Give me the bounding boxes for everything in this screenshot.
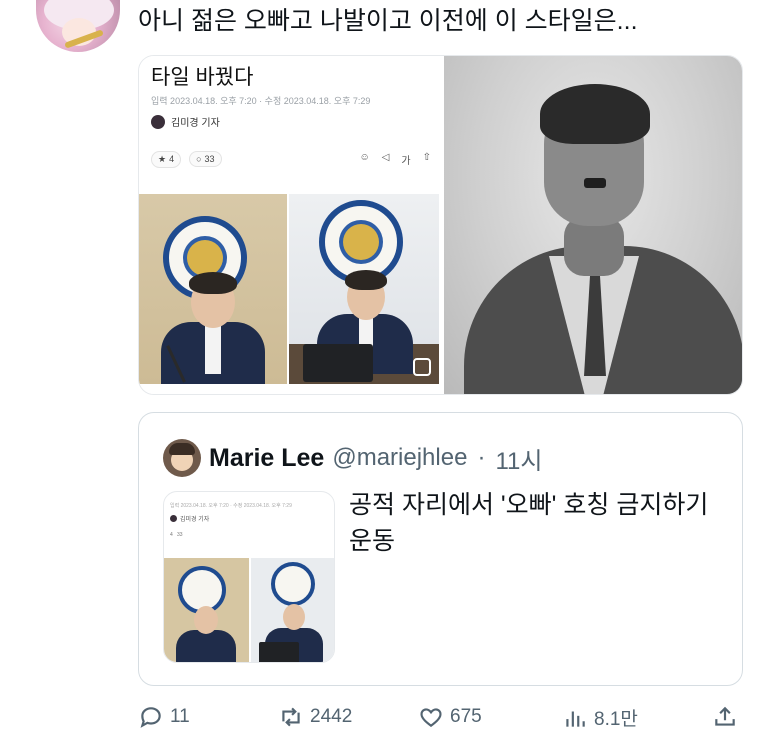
share-icon bbox=[715, 706, 735, 726]
comment-icon: ○ bbox=[196, 154, 202, 164]
article-toolbar: ★ 4 ○ 33 ☺ ◁ 가 ⇧ bbox=[151, 150, 431, 168]
robot-icon: ☺ bbox=[359, 151, 370, 163]
article-photo-left bbox=[139, 194, 287, 384]
mini-reporter-avatar bbox=[170, 515, 177, 522]
quoted-media-thumbnail[interactable]: 입력 2023.04.18. 오후 7:20 · 수정 2023.04.18. … bbox=[163, 491, 335, 663]
portrait-mustache bbox=[584, 178, 606, 188]
mini-photo-right bbox=[251, 558, 334, 662]
views-button[interactable]: 8.1만 bbox=[562, 704, 638, 731]
reaction-icon: ★ bbox=[158, 153, 167, 164]
speaker-icon: ◁ bbox=[381, 151, 390, 163]
mini-photo-left bbox=[164, 558, 249, 662]
quoted-time[interactable]: 11시 bbox=[495, 441, 542, 476]
reaction-count: 4 bbox=[169, 154, 175, 164]
quoted-text: 공적 자리에서 '오빠' 호칭 금지하기 운동 bbox=[349, 491, 709, 555]
retweet-button[interactable]: 2442 bbox=[278, 704, 352, 730]
retweet-count: 2442 bbox=[310, 706, 353, 727]
expand-icon[interactable] bbox=[413, 358, 431, 376]
share-button[interactable] bbox=[712, 704, 738, 730]
quoted-tweet-header: Marie Lee @mariejhlee · 11시 bbox=[163, 439, 542, 477]
quoted-tweet[interactable]: Marie Lee @mariejhlee · 11시 입력 2023.04.1… bbox=[138, 412, 743, 686]
quoted-avatar[interactable] bbox=[163, 439, 201, 477]
like-count: 675 bbox=[450, 706, 482, 727]
article-meta: 입력 2023.04.18. 오후 7:20 · 수정 2023.04.18. … bbox=[151, 96, 371, 106]
like-button[interactable]: 675 bbox=[418, 704, 482, 730]
views-icon bbox=[566, 711, 585, 727]
views-count: 8.1만 bbox=[594, 709, 638, 730]
article-photo-right bbox=[289, 194, 439, 384]
article-reporter: 김미경 기자 bbox=[151, 114, 220, 129]
comment-pill: ○ 33 bbox=[189, 151, 222, 167]
media-article-screenshot[interactable]: 타일 바꿨다 입력 2023.04.18. 오후 7:20 · 수정 2023.… bbox=[139, 56, 441, 394]
mini-toolbar: 4 33 bbox=[170, 532, 183, 538]
article-title: 타일 바꿨다 bbox=[151, 66, 254, 89]
quoted-separator: · bbox=[477, 444, 486, 471]
reply-icon bbox=[140, 707, 161, 728]
bw-portrait bbox=[444, 56, 742, 394]
quoted-handle[interactable]: @mariejhlee bbox=[332, 444, 467, 472]
reaction-pill: ★ 4 bbox=[151, 150, 182, 168]
retweet-icon bbox=[282, 707, 300, 727]
laptop bbox=[303, 344, 373, 382]
heart-icon bbox=[420, 708, 442, 727]
mini-reporter: 김미경 기자 bbox=[170, 514, 209, 523]
tweet-actions: 11 2442 675 8.1만 bbox=[138, 700, 743, 736]
user-avatar[interactable] bbox=[36, 0, 120, 52]
share-article-icon: ⇧ bbox=[422, 151, 431, 163]
tweet-media[interactable]: 타일 바꿨다 입력 2023.04.18. 오후 7:20 · 수정 2023.… bbox=[138, 55, 743, 395]
tweet-text: 아니 젊은 오빠고 나발이고 이전에 이 스타일은... bbox=[138, 7, 638, 35]
reporter-name: 김미경 기자 bbox=[171, 118, 220, 129]
quoted-name[interactable]: Marie Lee bbox=[209, 444, 324, 473]
mini-article-meta: 입력 2023.04.18. 오후 7:20 · 수정 2023.04.18. … bbox=[170, 503, 292, 509]
reply-count: 11 bbox=[170, 706, 190, 727]
media-portrait-photo[interactable] bbox=[444, 56, 742, 394]
font-size-icon: 가 bbox=[401, 155, 411, 167]
portrait-hair bbox=[540, 84, 650, 144]
article-tools: ☺ ◁ 가 ⇧ bbox=[359, 152, 431, 167]
mini-comment-count: 33 bbox=[176, 532, 183, 538]
mini-reaction-count: 4 bbox=[170, 532, 173, 538]
mini-reporter-name: 김미경 기자 bbox=[180, 517, 210, 523]
reporter-avatar bbox=[151, 114, 165, 129]
reply-button[interactable]: 11 bbox=[138, 704, 190, 730]
comment-count: 33 bbox=[204, 154, 215, 164]
